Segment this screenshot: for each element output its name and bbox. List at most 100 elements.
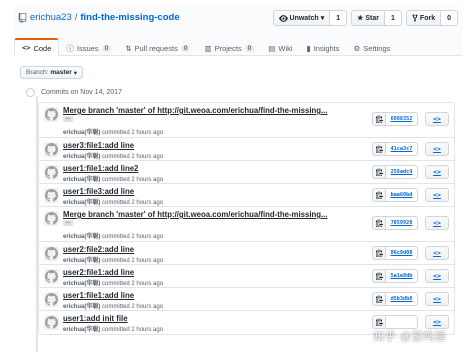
commit-author[interactable]: erichua(华聪) — [63, 281, 100, 287]
commit-sha-link[interactable]: 41ca3c7 — [386, 142, 418, 156]
tab-projects[interactable]: ▥ Projects 0 — [197, 39, 261, 57]
clipboard-icon — [375, 115, 383, 123]
tab-pull-requests[interactable]: ⇅ Pull requests 0 — [118, 39, 197, 57]
github-avatar-icon — [45, 143, 58, 156]
copy-sha-button[interactable] — [372, 112, 386, 126]
browse-repo-at-commit-button[interactable]: <> — [425, 165, 449, 179]
commit-message-link[interactable]: user2:file1:add line — [63, 268, 134, 277]
repo-actions: Unwatch ▾ 1 ★ Star 1 Fork 0 — [272, 10, 458, 26]
commit-sha-link[interactable]: 86c9d08 — [386, 246, 418, 260]
fork-label: Fork — [419, 14, 436, 22]
repository-page: erichua23 / find-the-missing-code Unwatc… — [14, 6, 462, 352]
github-avatar-icon — [45, 108, 58, 121]
tab-wiki[interactable]: ▤ Wiki — [261, 39, 299, 57]
avatar[interactable] — [44, 292, 59, 307]
browse-repo-at-commit-button[interactable]: <> — [425, 269, 449, 283]
commit-author[interactable]: erichua(华聪) — [63, 304, 100, 310]
browse-repo-at-commit-button[interactable]: <> — [425, 292, 449, 306]
commit-author[interactable]: erichua(华聪) — [63, 200, 100, 206]
commit-row: Merge branch 'master' of http://git.weoa… — [39, 207, 454, 242]
issue-icon: ⓘ — [66, 43, 74, 53]
caret-down-icon: ▾ — [73, 69, 77, 77]
avatar[interactable] — [44, 188, 59, 203]
avatar[interactable] — [44, 165, 59, 180]
browse-repo-at-commit-button[interactable]: <> — [425, 188, 449, 202]
book-icon: ▤ — [268, 43, 276, 53]
copy-sha-button[interactable] — [372, 246, 386, 260]
star-button[interactable]: ★ Star — [351, 10, 386, 26]
browse-repo-at-commit-button[interactable]: <> — [425, 246, 449, 260]
commit-message-link[interactable]: user1:add init file — [63, 314, 128, 323]
clipboard-icon — [375, 219, 383, 227]
repo-nav-tabs: <> Code ⓘ Issues 0 ⇅ Pull requests 0 ▥ P… — [14, 38, 397, 57]
repo-owner-link[interactable]: erichua23 — [30, 12, 72, 23]
commit-message-link[interactable]: user1:file3:add line — [63, 187, 134, 196]
copy-sha-button[interactable] — [372, 165, 386, 179]
commit-sha-link[interactable]: 5a1e8db — [386, 269, 418, 283]
expand-message-button[interactable]: ... — [63, 220, 73, 226]
avatar[interactable] — [44, 246, 59, 261]
commit-message-link[interactable]: Merge branch 'master' of http://git.weoa… — [63, 106, 328, 115]
star-label: Star — [365, 14, 380, 22]
commit-sha-link[interactable]: 6988352 — [386, 112, 418, 126]
browse-repo-at-commit-button[interactable]: <> — [425, 315, 449, 329]
unwatch-button[interactable]: Unwatch ▾ — [272, 10, 331, 26]
avatar[interactable] — [44, 211, 59, 226]
commit-message-link[interactable]: user1:file1:add line2 — [63, 164, 138, 173]
avatar[interactable] — [44, 107, 59, 122]
commit-author[interactable]: erichua(华聪) — [63, 327, 100, 333]
tab-issues[interactable]: ⓘ Issues 0 — [59, 39, 118, 57]
pull-request-icon: ⇅ — [125, 43, 132, 53]
repo-name-link[interactable]: find-the-missing-code — [80, 12, 179, 23]
commit-message-link[interactable]: user2:file2:add line — [63, 245, 134, 254]
tab-settings[interactable]: ⚙ Settings — [347, 39, 398, 57]
commit-message-link[interactable]: user1:file1:add line — [63, 291, 134, 300]
repo-header: erichua23 / find-the-missing-code Unwatc… — [14, 6, 462, 57]
fork-button[interactable]: Fork — [405, 10, 442, 26]
commit-sha-link[interactable]: d5b3db8 — [386, 292, 418, 306]
clipboard-icon — [375, 295, 383, 303]
star-count[interactable]: 1 — [385, 10, 402, 26]
copy-sha-button[interactable] — [372, 188, 386, 202]
commit-author[interactable]: erichua(华聪) — [63, 177, 100, 183]
graph-icon: ▮ — [306, 43, 311, 53]
sha-group: 41ca3c7 — [372, 142, 418, 156]
avatar[interactable] — [44, 142, 59, 157]
browse-repo-at-commit-button[interactable]: <> — [425, 112, 449, 126]
copy-sha-button[interactable] — [372, 269, 386, 283]
commit-meta: erichua(华聪) committed 2 hours ago — [63, 278, 163, 287]
watch-count[interactable]: 1 — [330, 10, 348, 26]
branch-selector[interactable]: Branch: master ▾ — [20, 66, 83, 79]
fork-count[interactable]: 0 — [441, 10, 458, 26]
browse-repo-at-commit-button[interactable]: <> — [425, 142, 449, 156]
commit-row: user3:file1:add line erichua(华聪) committe… — [39, 138, 454, 161]
commit-author[interactable]: erichua(华聪) — [63, 234, 100, 240]
copy-sha-button[interactable] — [372, 216, 386, 230]
commit-sha-link[interactable]: 258adc4 — [386, 165, 418, 179]
commit-sha-link[interactable]: 7059920 — [386, 216, 418, 230]
fork-group: Fork 0 — [405, 10, 458, 26]
commit-author[interactable]: erichua(华聪) — [63, 258, 100, 264]
commit-sha-link[interactable] — [386, 315, 418, 329]
browse-repo-at-commit-button[interactable]: <> — [425, 216, 449, 230]
commit-message-link[interactable]: user3:file1:add line — [63, 141, 134, 150]
branch-prefix: Branch: — [26, 69, 49, 76]
expand-message-button[interactable]: ... — [63, 116, 73, 122]
watch-group: Unwatch ▾ 1 — [272, 10, 348, 26]
commit-author[interactable]: erichua(华聪) — [63, 154, 100, 160]
commit-row: user1:file3:add line erichua(华聪) committe… — [39, 184, 454, 207]
branch-name: master — [50, 69, 72, 76]
commit-meta: erichua(华聪) committed 2 hours ago — [63, 231, 163, 240]
commit-author[interactable]: erichua(华聪) — [63, 130, 100, 136]
commit-message-link[interactable]: Merge branch 'master' of http://git.weoa… — [63, 210, 328, 219]
copy-sha-button[interactable] — [372, 142, 386, 156]
copy-sha-button[interactable] — [372, 292, 386, 306]
tab-issues-label: Issues — [76, 43, 99, 53]
copy-sha-button[interactable] — [372, 315, 386, 329]
avatar[interactable] — [44, 315, 59, 330]
commit-sha-link[interactable]: baa60bd — [386, 188, 418, 202]
avatar[interactable] — [44, 269, 59, 284]
sha-group — [372, 315, 418, 329]
tab-insights[interactable]: ▮ Insights — [300, 39, 347, 57]
tab-code[interactable]: <> Code — [14, 38, 60, 57]
